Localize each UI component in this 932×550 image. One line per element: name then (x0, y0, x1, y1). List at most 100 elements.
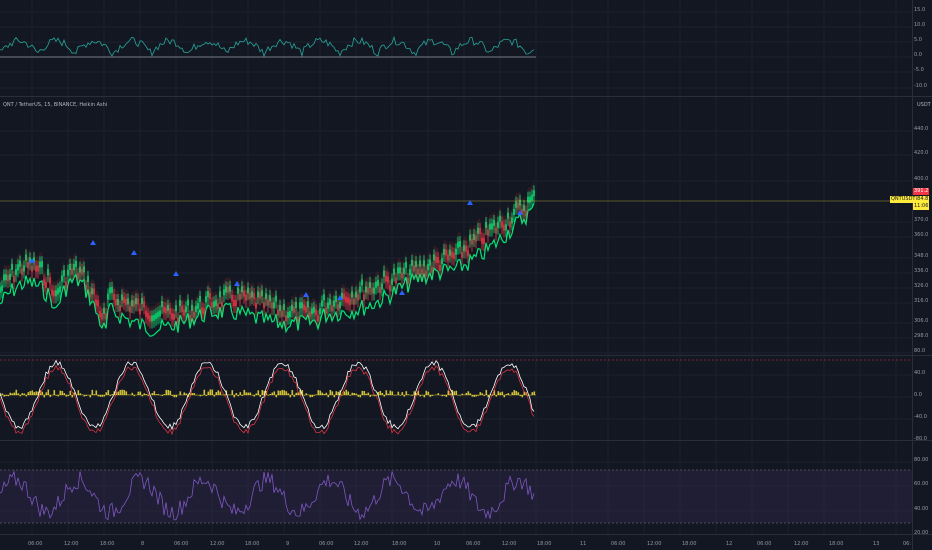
osc-histogram-bar (31, 390, 34, 395)
candle-body (395, 277, 397, 284)
candle-body (223, 289, 225, 296)
candle-body (489, 223, 491, 230)
candle-body (27, 261, 29, 268)
candle-body (487, 229, 489, 236)
pane-separator[interactable] (0, 440, 932, 441)
candle-body (69, 263, 71, 270)
chart-stage[interactable]: QNT / TetherUS, 15, BINANCE, Heikin Ashi… (0, 0, 932, 550)
candle-body (197, 302, 199, 309)
candle-body (163, 306, 165, 313)
candle-body (133, 300, 135, 307)
candle-body (405, 261, 407, 268)
osc-histogram-bar (405, 391, 408, 395)
osc-histogram-bar (289, 395, 292, 398)
candle-body (391, 278, 393, 285)
x-tick: 12 (726, 541, 733, 547)
x-tick: 06:00 (611, 541, 626, 547)
candle-body (453, 252, 455, 259)
candle-body (295, 301, 297, 308)
candle-body (143, 301, 145, 308)
candle-body (167, 304, 169, 311)
osc-histogram-bar (513, 390, 516, 395)
candle-body (183, 309, 185, 316)
osc-histogram-bar (203, 389, 206, 395)
candle-body (23, 265, 25, 272)
candle-body (257, 291, 259, 298)
osc-histogram-bar (283, 390, 286, 395)
osc-histogram-bar (347, 391, 350, 395)
osc-histogram-bar (279, 390, 282, 395)
osc-histogram-bar (95, 390, 98, 395)
candle-body (323, 294, 325, 301)
candle-body (37, 265, 39, 272)
osc-histogram-bar (245, 392, 248, 395)
rsi-band (0, 470, 912, 523)
osc-histogram-bar (91, 389, 94, 395)
candle-body (443, 248, 445, 255)
candle-body (191, 304, 193, 311)
osc-histogram-bar (329, 389, 332, 395)
signal-marker (131, 250, 137, 255)
y-tick: 10.0 (914, 22, 926, 28)
x-tick: 06:00 (319, 541, 334, 547)
candle-body (499, 215, 501, 222)
osc-histogram-bar (337, 391, 340, 395)
candle-body (63, 270, 65, 277)
candle-body (171, 313, 173, 320)
candle-body (21, 268, 23, 275)
osc-histogram-bar (121, 389, 124, 395)
symbol-legend[interactable]: QNT / TetherUS, 15, BINANCE, Heikin Ashi (3, 102, 107, 108)
osc-histogram-bar (247, 392, 250, 395)
candle-body (403, 267, 405, 274)
candle-body (337, 304, 339, 311)
candle-body (47, 269, 49, 276)
x-tick: 18:00 (682, 541, 697, 547)
y-tick: 40.00 (914, 506, 929, 512)
x-tick: 11 (580, 541, 587, 547)
x-tick: 10 (434, 541, 441, 547)
osc-histogram-bar (389, 390, 392, 395)
y-tick: 306.0 (914, 318, 929, 324)
osc-histogram-bar (317, 390, 320, 395)
candle-body (359, 286, 361, 293)
candle-body (9, 273, 11, 280)
y-tick: 5.0 (914, 37, 922, 43)
candle-body (169, 308, 171, 315)
osc-histogram-bar (33, 392, 36, 395)
signal-marker (90, 240, 96, 245)
osc-histogram-bar (173, 395, 176, 398)
candle-body (409, 269, 411, 276)
pane-separator[interactable] (0, 96, 932, 97)
pane-separator[interactable] (0, 355, 932, 356)
candle-body (345, 296, 347, 303)
candle-body (441, 258, 443, 265)
osc-histogram-bar (501, 391, 504, 395)
x-tick: 12:00 (794, 541, 809, 547)
x-tick: 12:00 (647, 541, 662, 547)
osc-histogram-bar (455, 390, 458, 395)
candle-body (387, 276, 389, 283)
candle-body (417, 268, 419, 275)
candle-body (431, 266, 433, 273)
osc-histogram-bar (29, 391, 32, 395)
candle-body (117, 299, 119, 306)
pane-separator[interactable] (0, 534, 932, 535)
x-tick: 12:00 (354, 541, 369, 547)
osc-histogram-bar (325, 392, 328, 395)
osc-histogram-bar (367, 392, 370, 395)
candle-body (95, 299, 97, 306)
candle-body (65, 281, 67, 288)
candle-body (519, 199, 521, 206)
candle-body (225, 286, 227, 293)
candle-body (495, 227, 497, 234)
osc-histogram-bar (209, 389, 212, 395)
osc-histogram-bar (167, 389, 170, 395)
chart-canvas[interactable] (0, 0, 912, 550)
osc-histogram-bar (13, 392, 16, 395)
osc-histogram-bar (425, 390, 428, 395)
candle-body (433, 254, 435, 261)
x-tick: 18:00 (537, 541, 552, 547)
candle-body (471, 238, 473, 245)
candle-body (203, 308, 205, 315)
osc-histogram-bar (331, 391, 334, 395)
